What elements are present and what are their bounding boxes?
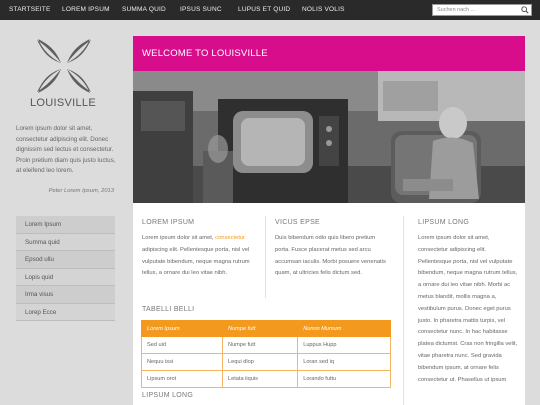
- table-cell: Luppus Hupp: [297, 336, 391, 354]
- hero-photo: [133, 71, 525, 203]
- top-nav: STARTSEITE LOREM IPSUM SUMMA QUID IPSUS …: [0, 0, 540, 20]
- vintage-tv-photo: [133, 71, 525, 203]
- col2-heading: VICUS EPSE: [275, 219, 321, 226]
- search-input[interactable]: Suchen nach ...: [432, 4, 532, 16]
- table-cell: Nequu issi: [140, 353, 224, 371]
- table-header-cell: Lorem Ipsum: [140, 320, 224, 337]
- table-cell: Numpe futt: [222, 336, 299, 354]
- table-row: Lipsum orot Letata iiquis Lorando futtu: [140, 370, 391, 388]
- col3-text: Lorem ipsum dolor sit amet, consectetur …: [418, 235, 518, 383]
- nav-item-lorem-ipsum[interactable]: LOREM IPSUM: [62, 0, 110, 20]
- table-cell: Loran sed iq: [297, 353, 391, 371]
- col1-heading: LOREM IPSUM: [142, 219, 195, 226]
- table-header-row: Lorem Ipsum Numpe futt Nunon Mumum: [140, 320, 391, 337]
- nav-item-startseite[interactable]: STARTSEITE: [9, 0, 51, 20]
- col1-link[interactable]: consectetur: [215, 235, 245, 241]
- sidebar-item-lopis-quid[interactable]: Lopis quid: [16, 268, 115, 286]
- search-icon[interactable]: [521, 6, 529, 14]
- sidebar-nav: Lorem Ipsum Summa quid Epsod ullu Lopis …: [16, 216, 115, 321]
- table-row: Sed uid Numpe futt Luppus Hupp: [140, 336, 391, 354]
- table-cell: Sed uid: [140, 336, 224, 354]
- welcome-banner: WELCOME TO LOUISVILLE: [133, 36, 525, 71]
- table-header-cell: Nunon Mumum: [297, 320, 391, 337]
- col3-heading: LIPSUM LONG: [418, 219, 470, 226]
- table-cell: Lequi dlop: [222, 353, 299, 371]
- sidebar-item-lorem-ipsum[interactable]: Lorem Ipsum: [16, 216, 115, 234]
- table-cell: Lipsum orot: [140, 370, 224, 388]
- sidebar-item-summa-quid[interactable]: Summa quid: [16, 233, 115, 251]
- nav-item-nolis-volis[interactable]: NOLIS VOLIS: [302, 0, 345, 20]
- quote-author: Peter Lorem Ipsum, 2013: [48, 188, 114, 194]
- nav-item-lupus-et-quid[interactable]: LUPUS ET QUID: [238, 0, 290, 20]
- search-placeholder: Suchen nach ...: [437, 7, 476, 13]
- column-divider: [265, 216, 266, 298]
- sidebar-item-irma-visus[interactable]: Irma visus: [16, 286, 115, 304]
- bottom-heading: LIPSUM LONG: [142, 392, 194, 399]
- sidebar-quote: Lorem ipsum dolor sit amet, consectetur …: [16, 125, 116, 175]
- sidebar-item-lorep-ecce[interactable]: Lorep Ecce: [16, 303, 115, 321]
- col2-text: Duis bibendum odio quis libero pretium p…: [275, 235, 386, 277]
- column-divider: [403, 216, 404, 405]
- data-table: Lorem Ipsum Numpe futt Nunon Mumum Sed u…: [140, 320, 391, 388]
- sidebar-item-epsod-ullu[interactable]: Epsod ullu: [16, 251, 115, 269]
- table-cell: Letata iiquis: [222, 370, 299, 388]
- table-row: Nequu issi Lequi dlop Loran sed iq: [140, 353, 391, 371]
- col1-text: Lorem ipsum dolor sit amet, consectetur …: [142, 235, 250, 277]
- nav-item-ipsus-sunc[interactable]: IPSUS SUNC: [180, 0, 222, 20]
- brand-name: LOUISVILLE: [30, 97, 96, 109]
- nav-item-summa-quid[interactable]: SUMMA QUID: [122, 0, 166, 20]
- table-header-cell: Numpe futt: [222, 320, 299, 337]
- banner-title: WELCOME TO LOUISVILLE: [142, 48, 268, 59]
- table-heading: TABELLI BELLI: [142, 306, 195, 313]
- table-cell: Lorando futtu: [297, 370, 391, 388]
- logo-icon[interactable]: [34, 36, 94, 96]
